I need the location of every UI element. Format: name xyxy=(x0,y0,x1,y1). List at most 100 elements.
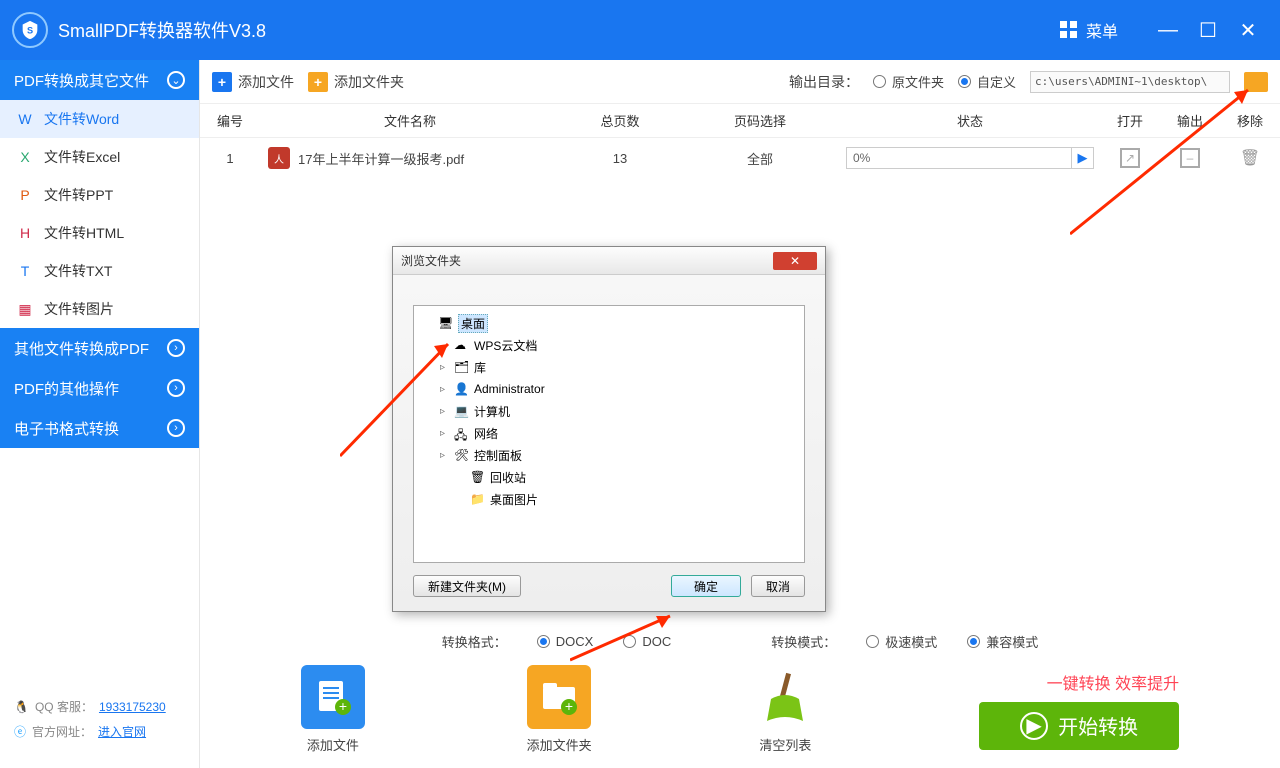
table-header: 编号 文件名称 总页数 页码选择 状态 打开 输出 移除 xyxy=(200,104,1280,138)
table-row: 1 人17年上半年计算一级报考.pdf 13 全部 0%▶ ↗ – 🗑 xyxy=(200,138,1280,178)
cell-range[interactable]: 全部 xyxy=(680,149,840,168)
tree-item-desktop-pics[interactable]: 📁桌面图片 xyxy=(420,488,798,510)
tree-item-desktop[interactable]: 🖥 桌面 xyxy=(420,312,798,334)
sidebar-item-label: 文件转Excel xyxy=(44,147,120,167)
svg-text:+: + xyxy=(565,698,573,714)
plus-icon: + xyxy=(308,72,328,92)
sidebar-item-txt[interactable]: T 文件转TXT xyxy=(0,252,199,290)
new-folder-button[interactable]: 新建文件夹(M) xyxy=(413,575,521,597)
dialog-titlebar[interactable]: 浏览文件夹 ✕ xyxy=(393,247,825,275)
sidebar-item-ppt[interactable]: P文件转PPT xyxy=(0,176,199,214)
radio-icon xyxy=(967,635,980,648)
maximize-button[interactable]: ☐ xyxy=(1188,18,1228,43)
add-file-button[interactable]: +添加文件 xyxy=(212,72,294,92)
remove-button[interactable]: 🗑 xyxy=(1240,148,1260,168)
radio-label: DOC xyxy=(642,634,671,649)
tree-label: 桌面 xyxy=(458,314,488,333)
sidebar-section-ebook[interactable]: 电子书格式转换› xyxy=(0,408,199,448)
cancel-button[interactable]: 取消 xyxy=(751,575,805,597)
dialog-close-button[interactable]: ✕ xyxy=(773,252,817,270)
start-area: 一键转换 效率提升 ▶ 开始转换 xyxy=(979,670,1179,750)
radio-icon xyxy=(623,635,636,648)
radio-compat[interactable]: 兼容模式 xyxy=(967,632,1038,651)
col-open: 打开 xyxy=(1100,111,1160,130)
open-button[interactable]: ↗ xyxy=(1120,148,1140,168)
col-status: 状态 xyxy=(840,111,1100,130)
progress-bar[interactable]: 0%▶ xyxy=(846,147,1094,169)
site-link[interactable]: 进入官网 xyxy=(98,723,146,740)
menu-button[interactable]: 菜单 xyxy=(1060,18,1118,42)
output-path-input[interactable] xyxy=(1030,71,1230,93)
tree-item-recycle[interactable]: 🗑回收站 xyxy=(420,466,798,488)
tree-label: Administrator xyxy=(474,382,545,396)
app-title: SmallPDF转换器软件V3.8 xyxy=(58,17,1060,43)
big-clear-button[interactable]: 清空列表 xyxy=(753,665,817,754)
radio-icon xyxy=(537,635,550,648)
tree-item-wps[interactable]: ☁WPS云文档 xyxy=(420,334,798,356)
cell-num: 1 xyxy=(200,151,260,166)
sidebar-section-other-to-pdf[interactable]: 其他文件转换成PDF› xyxy=(0,328,199,368)
radio-doc[interactable]: DOC xyxy=(623,634,671,649)
sidebar-item-excel[interactable]: X 文件转Excel xyxy=(0,138,199,176)
tree-item-computer[interactable]: ▹💻计算机 xyxy=(420,400,798,422)
big-add-folder-button[interactable]: + 添加文件夹 xyxy=(527,665,592,754)
start-convert-button[interactable]: ▶ 开始转换 xyxy=(979,702,1179,750)
broom-icon xyxy=(753,665,817,729)
radio-fast[interactable]: 极速模式 xyxy=(866,632,937,651)
minimize-button[interactable]: — xyxy=(1148,19,1188,42)
sidebar-header[interactable]: PDF转换成其它文件 ⌄ xyxy=(0,60,199,100)
sidebar-section-pdf-other[interactable]: PDF的其他操作› xyxy=(0,368,199,408)
tree-label: 控制面板 xyxy=(474,447,522,464)
sidebar-item-label: 文件转PPT xyxy=(44,185,113,205)
add-file-label: 添加文件 xyxy=(238,72,294,92)
desktop-icon: 🖥 xyxy=(438,316,454,330)
cell-filename: 人17年上半年计算一级报考.pdf xyxy=(260,147,560,169)
grid-icon xyxy=(1060,21,1078,39)
add-folder-button[interactable]: +添加文件夹 xyxy=(308,72,404,92)
txt-icon: T xyxy=(16,262,34,280)
progress-text: 0% xyxy=(847,151,1071,165)
folder-tree[interactable]: 🖥桌面 ☁WPS云文档 ▹🗂库 ▹👤Administrator ▹💻计算机 ▹🖧… xyxy=(413,305,805,563)
output-button[interactable]: – xyxy=(1180,148,1200,168)
qq-link[interactable]: 1933175230 xyxy=(99,700,166,714)
sidebar-item-html[interactable]: H文件转HTML xyxy=(0,214,199,252)
sidebar-item-label: 文件转图片 xyxy=(44,299,114,319)
html-icon: H xyxy=(16,224,34,242)
browse-folder-button[interactable] xyxy=(1244,72,1268,92)
radio-label: 自定义 xyxy=(977,72,1016,91)
sidebar-item-word[interactable]: W文件转Word xyxy=(0,100,199,138)
col-output: 输出 xyxy=(1160,111,1220,130)
bottom-bar: 转换格式： DOCX DOC 转换模式： 极速模式 兼容模式 + 添加文件 + … xyxy=(200,623,1280,768)
radio-icon xyxy=(958,75,971,88)
radio-docx[interactable]: DOCX xyxy=(537,634,594,649)
svg-text:+: + xyxy=(339,698,347,714)
sidebar-section-label: PDF的其他操作 xyxy=(14,378,119,399)
big-add-file-button[interactable]: + 添加文件 xyxy=(301,665,365,754)
tree-label: 桌面图片 xyxy=(490,491,538,508)
start-label: 开始转换 xyxy=(1058,711,1138,740)
ok-button[interactable]: 确定 xyxy=(671,575,741,597)
sidebar-item-image[interactable]: ▦文件转图片 xyxy=(0,290,199,328)
excel-icon: X xyxy=(16,148,34,166)
radio-custom[interactable]: 自定义 xyxy=(958,72,1016,91)
play-icon[interactable]: ▶ xyxy=(1071,148,1093,168)
word-icon: W xyxy=(16,110,34,128)
toolbar: +添加文件 +添加文件夹 输出目录： 原文件夹 自定义 xyxy=(200,60,1280,104)
slogan-text: 一键转换 效率提升 xyxy=(1047,670,1179,694)
radio-label: 原文件夹 xyxy=(892,72,944,91)
col-range: 页码选择 xyxy=(680,111,840,130)
tree-item-control-panel[interactable]: ▹🛠控制面板 xyxy=(420,444,798,466)
network-icon: 🖧 xyxy=(454,426,470,440)
tree-item-admin[interactable]: ▹👤Administrator xyxy=(420,378,798,400)
tree-label: 网络 xyxy=(474,425,498,442)
tree-label: WPS云文档 xyxy=(474,337,537,354)
mode-label: 转换模式： xyxy=(771,635,836,650)
radio-original[interactable]: 原文件夹 xyxy=(873,72,944,91)
tree-item-library[interactable]: ▹🗂库 xyxy=(420,356,798,378)
computer-icon: 💻 xyxy=(454,404,470,418)
close-button[interactable]: ✕ xyxy=(1228,18,1268,43)
sidebar: PDF转换成其它文件 ⌄ W文件转Word X文件转Excel P文件转PPT … xyxy=(0,60,199,768)
recycle-icon: 🗑 xyxy=(470,470,486,484)
tree-item-network[interactable]: ▹🖧网络 xyxy=(420,422,798,444)
sidebar-item-label: 文件转TXT xyxy=(44,261,112,281)
